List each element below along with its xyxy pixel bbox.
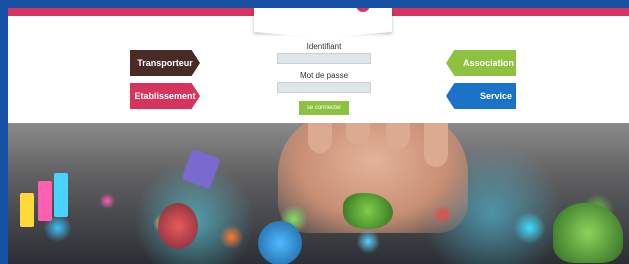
pencil-icon [38, 181, 52, 221]
logo-tab[interactable] [254, 8, 392, 38]
association-button[interactable]: Association [446, 50, 516, 76]
pencil-icon [54, 173, 68, 217]
service-button[interactable]: Service [446, 83, 516, 109]
tree-icon [343, 193, 393, 229]
page-frame: Transporteur Etablissement Association S… [8, 8, 629, 264]
pencil-icon [20, 193, 34, 227]
identifiant-label: Identifiant [306, 42, 342, 51]
login-form: Identifiant Mot de passe se connecter [274, 42, 374, 115]
password-input[interactable] [277, 82, 371, 93]
globe-icon [258, 221, 302, 264]
etablissement-button[interactable]: Etablissement [130, 83, 200, 109]
login-button[interactable]: se connecter [299, 101, 349, 115]
identifiant-input[interactable] [277, 53, 371, 64]
logo-mark-icon [356, 8, 370, 12]
floating-objects [8, 174, 629, 264]
transporteur-button[interactable]: Transporteur [130, 50, 200, 76]
password-label: Mot de passe [299, 71, 349, 80]
hero-banner-image [8, 123, 629, 264]
balloon-icon [158, 203, 198, 249]
